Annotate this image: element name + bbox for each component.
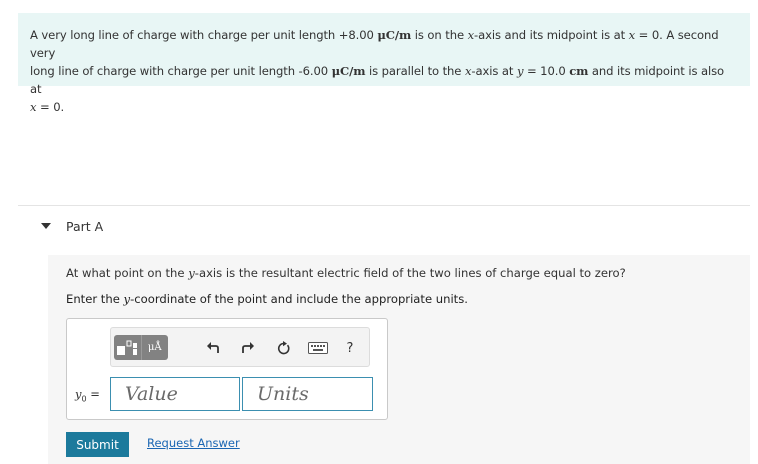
part-a-header[interactable]: Part A <box>18 205 750 256</box>
problem-text: long line of charge with charge per unit… <box>30 64 332 78</box>
templates-button[interactable] <box>114 335 141 360</box>
instruction-text: Enter the y-coordinate of the point and … <box>66 292 468 306</box>
units-icon: μÅ <box>147 342 162 353</box>
instruction-post: -coordinate of the point and include the… <box>130 292 468 306</box>
problem-text: is on the <box>411 28 468 42</box>
units-button[interactable]: μÅ <box>140 335 169 360</box>
undo-button[interactable] <box>204 339 222 357</box>
help-button[interactable]: ? <box>343 338 357 358</box>
keyboard-button[interactable] <box>307 340 329 356</box>
submit-button[interactable]: Submit <box>66 432 129 457</box>
problem-statement: A very long line of charge with charge p… <box>18 13 750 114</box>
undo-icon <box>207 342 219 353</box>
unit-text: μC/m <box>331 64 366 78</box>
value-input[interactable] <box>110 377 240 411</box>
request-answer-link[interactable]: Request Answer <box>147 436 240 450</box>
question-pre: At what point on the <box>66 266 189 280</box>
math-toolbar: μÅ ? <box>110 327 370 367</box>
question-text: At what point on the y-axis is the resul… <box>66 266 626 280</box>
problem-text: is parallel to the <box>365 64 465 78</box>
templates-icon <box>117 340 139 355</box>
equals-sign: = <box>86 387 100 401</box>
part-title: Part A <box>66 219 104 234</box>
problem-text: = 0. <box>36 100 65 114</box>
reset-icon <box>277 340 290 354</box>
problem-text: = 10.0 <box>523 64 570 78</box>
unit-text: cm <box>569 64 589 78</box>
reset-button[interactable] <box>274 339 292 357</box>
units-input[interactable] <box>242 377 373 411</box>
redo-icon <box>242 342 254 353</box>
problem-text: -axis at <box>471 64 517 78</box>
template-group: μÅ <box>114 335 168 360</box>
keyboard-icon <box>308 342 328 354</box>
problem-text: A very long line of charge with charge p… <box>30 28 378 42</box>
instruction-pre: Enter the <box>66 292 124 306</box>
redo-button[interactable] <box>239 339 257 357</box>
variable-label: y0 = <box>75 387 100 403</box>
collapse-caret-icon[interactable] <box>41 223 51 229</box>
problem-text: -axis and its midpoint is at <box>474 28 629 42</box>
question-post: -axis is the resultant electric field of… <box>194 266 626 280</box>
unit-text: μC/m <box>377 28 412 42</box>
